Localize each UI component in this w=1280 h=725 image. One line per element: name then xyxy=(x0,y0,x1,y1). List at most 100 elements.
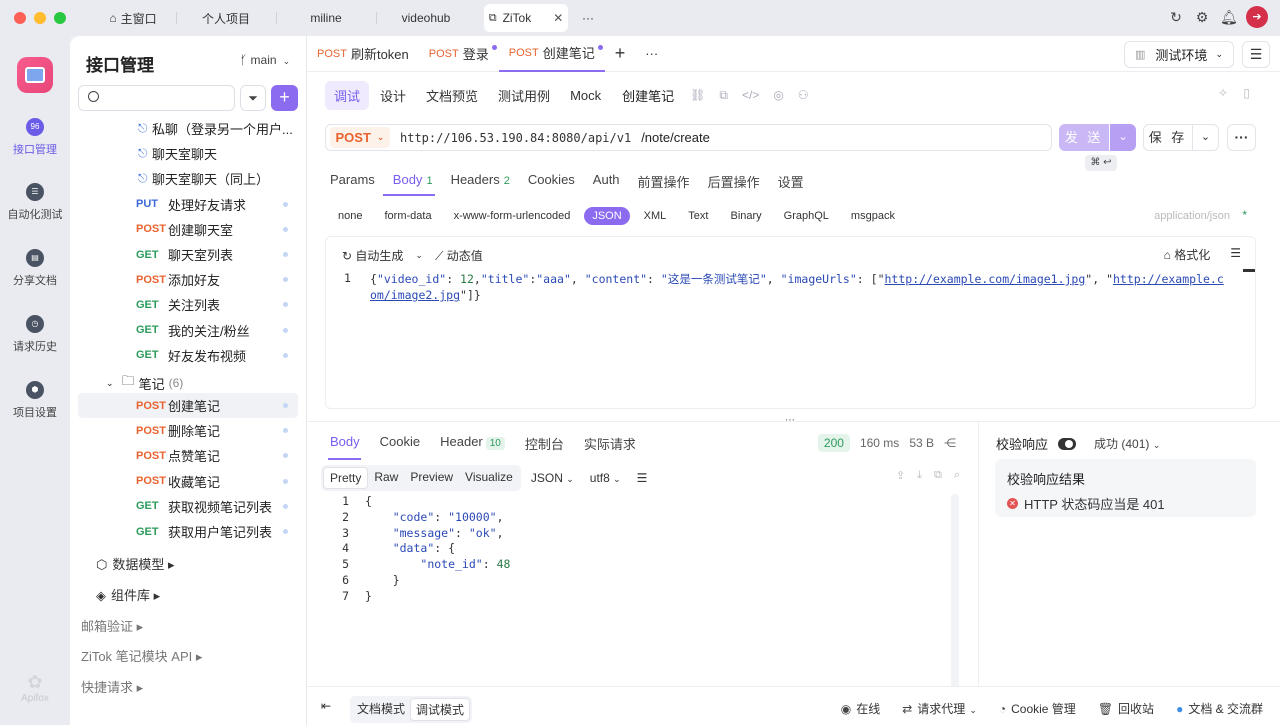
auto-generate-button[interactable]: ↻ 自动生成 xyxy=(338,245,407,266)
tabs-more-button[interactable]: ··· xyxy=(635,36,668,72)
tab-mock[interactable]: Mock xyxy=(561,83,610,108)
upload-icon[interactable]: ⇪ xyxy=(896,469,905,482)
tab-debug[interactable]: 调试 xyxy=(325,81,370,110)
window-tab-home[interactable]: ⌂ 主窗口 xyxy=(90,4,176,32)
sidebar-search-input[interactable] xyxy=(78,85,235,111)
zoom-window-button[interactable] xyxy=(54,12,66,24)
validation-toggle[interactable] xyxy=(1058,437,1077,450)
avatar[interactable]: ➔ xyxy=(1246,6,1268,28)
send-button[interactable]: 发 送 xyxy=(1059,124,1109,151)
tab-params[interactable]: Params xyxy=(330,172,375,191)
tab-response-header[interactable]: Header 10 xyxy=(440,434,505,453)
tab-settings[interactable]: 设置 xyxy=(778,172,804,191)
chevron-down-icon[interactable]: ⌄ xyxy=(415,250,423,261)
tab-headers[interactable]: Headers 2 xyxy=(451,172,510,191)
copy-icon[interactable]: ⧉ xyxy=(934,469,942,482)
url-path-input[interactable]: /note/create xyxy=(641,130,710,145)
request-tab-login[interactable]: POST 登录 xyxy=(419,36,499,72)
more-actions-button[interactable]: ··· xyxy=(1227,124,1256,151)
list-item[interactable]: GET 聊天室列表 xyxy=(78,242,298,267)
validation-status-selector[interactable]: 成功 (401) ⌄ xyxy=(1094,435,1160,452)
globe-icon[interactable]: ◎ xyxy=(773,88,783,103)
encoding-selector[interactable]: utf8 ⌄ xyxy=(584,468,627,488)
menu-button[interactable]: ☰ xyxy=(1242,41,1270,68)
list-item[interactable]: ⎋ 聊天室聊天（同上） xyxy=(78,166,298,191)
tab-doc-preview[interactable]: 文档预览 xyxy=(417,81,487,110)
response-scrollbar[interactable] xyxy=(951,494,959,711)
gear-icon[interactable]: ⚙ xyxy=(1194,9,1210,25)
bell-icon[interactable]: 🔔︎ xyxy=(1220,9,1238,25)
group-email-verify[interactable]: 邮箱验证 ▸ xyxy=(81,616,143,635)
list-item[interactable]: POST 点赞笔记 xyxy=(78,443,298,468)
body-type-form-data[interactable]: form-data xyxy=(376,207,439,225)
body-type-text[interactable]: Text xyxy=(680,207,716,225)
doc-mode-button[interactable]: 文档模式 xyxy=(352,698,410,721)
rail-project-settings[interactable]: ⬢ 项目设置 xyxy=(0,381,70,420)
body-type-xml[interactable]: XML xyxy=(636,207,675,225)
list-item[interactable]: ⎋ 私聊（登录另一个用户... xyxy=(78,116,298,141)
list-item[interactable]: POST 创建笔记 xyxy=(78,393,298,418)
format-button[interactable]: ⌂ 格式化 xyxy=(1164,246,1211,263)
magic-icon[interactable]: ✧ xyxy=(1218,86,1228,100)
wrap-icon[interactable]: ☰ xyxy=(631,468,654,488)
rail-automation-test[interactable]: ☰ 自动化测试 xyxy=(0,183,70,222)
save-dropdown-button[interactable]: ⌄ xyxy=(1193,124,1219,151)
filter-button[interactable]: ⏷ xyxy=(240,85,266,111)
cookie-manager[interactable]: ◔ Cookie 管理 xyxy=(999,700,1076,717)
tab-console[interactable]: 控制台 xyxy=(525,434,564,453)
recycle-bin[interactable]: 🗑︎ 回收站 xyxy=(1098,700,1154,717)
request-tab-create-note[interactable]: POST 创建笔记 xyxy=(498,36,605,72)
environment-selector[interactable]: ▥ 测试环境 ⌄ xyxy=(1124,41,1234,68)
tab-post-actions[interactable]: 后置操作 xyxy=(708,172,760,191)
list-item[interactable]: POST 收藏笔记 xyxy=(78,469,298,494)
group-data-model[interactable]: ⬡ 数据模型 ▸ xyxy=(96,554,175,573)
body-editor[interactable]: ↻ 自动生成 ⌄ ⟋ 动态值 ⌂ 格式化 ☰ 1 {"video_id": 12… xyxy=(325,236,1256,409)
list-item[interactable]: ⎋ 聊天室聊天 xyxy=(78,141,298,166)
format-selector[interactable]: JSON ⌄ xyxy=(525,468,580,488)
body-type-none[interactable]: none xyxy=(330,207,370,225)
group-zitok-notes-api[interactable]: ZiTok 笔记模块 API ▸ xyxy=(81,646,202,665)
response-body-code[interactable]: { "code": "10000", "message": "ok", "dat… xyxy=(365,494,510,605)
save-button[interactable]: 保 存 xyxy=(1143,124,1193,151)
tab-actual-request[interactable]: 实际请求 xyxy=(584,434,636,453)
editor-scrollbar[interactable] xyxy=(1243,269,1255,272)
share-icon[interactable]: ⋲ xyxy=(944,436,956,450)
user-icon[interactable]: ⚇ xyxy=(798,88,809,103)
search-icon[interactable]: ⌕ xyxy=(954,469,960,482)
view-pretty[interactable]: Pretty xyxy=(323,467,369,489)
group-quick-request[interactable]: 快捷请求 ▸ xyxy=(81,677,143,696)
rail-share-docs[interactable]: ▤ 分享文档 xyxy=(0,249,70,288)
refresh-icon[interactable]: ↻ xyxy=(1168,9,1184,25)
body-type-msgpack[interactable]: msgpack xyxy=(843,207,903,225)
collapse-sidebar-icon[interactable]: ⇤ xyxy=(321,699,331,713)
tab-design[interactable]: 设计 xyxy=(371,81,415,110)
window-tab-personal[interactable]: 个人项目 xyxy=(176,4,276,32)
docs-community[interactable]: ● 文档 & 交流群 xyxy=(1176,700,1263,717)
view-visualize[interactable]: Visualize xyxy=(459,467,519,489)
debug-mode-button[interactable]: 调试模式 xyxy=(410,698,471,721)
body-type-json[interactable]: JSON xyxy=(584,207,630,225)
list-item[interactable]: GET 我的关注/粉丝 xyxy=(78,318,298,343)
wrap-icon[interactable]: ☰ xyxy=(1230,246,1241,263)
body-type-graphql[interactable]: GraphQL xyxy=(776,207,837,225)
code-icon[interactable]: </> xyxy=(742,88,759,103)
request-proxy[interactable]: ⇄ 请求代理 ⌄ xyxy=(902,700,977,717)
folder-notes[interactable]: ⌄ 🗀︎ 笔记 (6) xyxy=(106,372,183,394)
tab-auth[interactable]: Auth xyxy=(593,172,620,191)
download-icon[interactable]: ⤓ xyxy=(917,469,922,482)
tab-cookies[interactable]: Cookies xyxy=(528,172,575,191)
view-raw[interactable]: Raw xyxy=(368,467,404,489)
list-item[interactable]: GET 关注列表 xyxy=(78,292,298,317)
group-components[interactable]: ◈ 组件库 ▸ xyxy=(96,585,160,604)
close-window-button[interactable] xyxy=(14,12,26,24)
branch-selector[interactable]: ᚶ main ⌄ xyxy=(240,53,290,67)
more-tabs-button[interactable]: ··· xyxy=(568,4,608,32)
window-tab-zitok[interactable]: ⧉ ZiTok ✕ xyxy=(484,4,568,32)
rail-api-management[interactable]: 96 接口管理 xyxy=(0,118,70,157)
add-button[interactable]: + xyxy=(271,85,298,111)
panel-icon[interactable]: ▯ xyxy=(1243,86,1250,100)
body-type-binary[interactable]: Binary xyxy=(722,207,769,225)
tab-response-body[interactable]: Body xyxy=(330,434,360,453)
list-item[interactable]: POST 创建聊天室 xyxy=(78,217,298,242)
window-tab-videohub[interactable]: videohub xyxy=(376,4,476,32)
